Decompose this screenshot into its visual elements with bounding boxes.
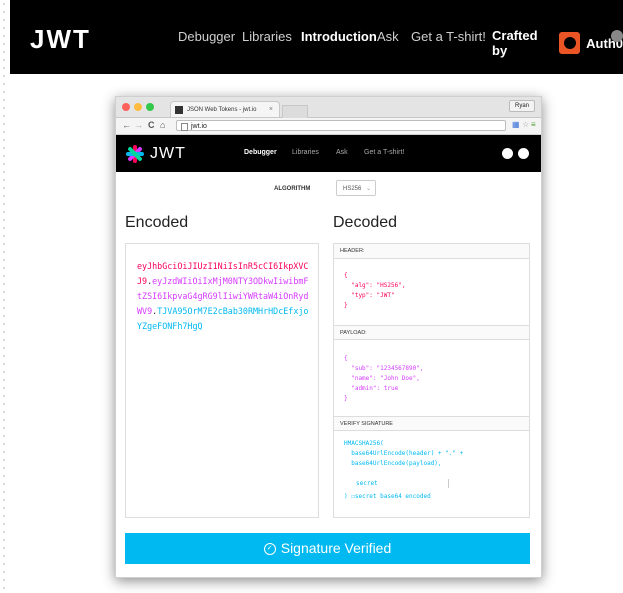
back-arrow-icon[interactable]: ← bbox=[122, 120, 131, 130]
secret-placeholder: secret bbox=[356, 480, 378, 487]
flag-icon[interactable]: ▦ bbox=[512, 120, 520, 129]
app-logo-text: JWT bbox=[150, 145, 186, 162]
payload-json-editor[interactable]: { "sub": "1234567890", "name": "John Doe… bbox=[344, 354, 423, 404]
secret-input[interactable]: secret bbox=[356, 479, 449, 489]
reload-icon[interactable]: C bbox=[148, 120, 155, 130]
encoded-token: eyJhbGciOiJIUzI1NiIsInR5cCI6IkpXVCJ9.eyJ… bbox=[137, 259, 312, 334]
app-logo[interactable]: JWT bbox=[126, 145, 186, 163]
nav-ask[interactable]: Ask bbox=[377, 29, 399, 44]
nav-introduction[interactable]: Introduction bbox=[301, 29, 377, 44]
base64-label: secret base64 encoded bbox=[354, 493, 431, 500]
token-signature: TJVA95OrM7E2cBab30RMHrHDcEfxjoYZgeFONFh7… bbox=[137, 306, 309, 331]
verify-section-label: VERIFY SIGNATURE bbox=[334, 416, 529, 431]
app-header: JWT Debugger Libraries Ask Get a T-shirt… bbox=[116, 135, 541, 172]
app-nav-ask[interactable]: Ask bbox=[336, 149, 348, 156]
url-text: jwt.io bbox=[191, 123, 207, 130]
nav-libraries[interactable]: Libraries bbox=[242, 29, 292, 44]
algorithm-select[interactable]: HS256 ⌄ bbox=[336, 180, 376, 196]
close-window-icon[interactable] bbox=[122, 103, 130, 111]
jwt-flower-icon bbox=[126, 145, 144, 163]
app-nav-libraries[interactable]: Libraries bbox=[292, 149, 319, 156]
crafted-by-auth0[interactable]: Crafted by Auth0 bbox=[492, 28, 623, 58]
browser-titlebar: JSON Web Tokens - jwt.io × Ryan bbox=[116, 97, 541, 118]
algorithm-value: HS256 bbox=[343, 186, 362, 192]
auth0-icon[interactable] bbox=[502, 148, 513, 159]
home-icon[interactable]: ⌂ bbox=[160, 120, 165, 130]
twitter-icon[interactable] bbox=[518, 148, 529, 159]
algorithm-label: ALGORITHM bbox=[274, 186, 311, 192]
header-json-editor[interactable]: { "alg": "HS256", "typ": "JWT" } bbox=[344, 271, 405, 311]
maximize-window-icon[interactable] bbox=[146, 103, 154, 111]
favicon-icon bbox=[175, 106, 183, 114]
minimize-window-icon[interactable] bbox=[134, 103, 142, 111]
site-header: JWT Debugger Libraries Introduction Ask … bbox=[10, 0, 623, 74]
new-tab-button[interactable] bbox=[282, 105, 308, 118]
encoded-token-textarea[interactable]: eyJhbGciOiJIUzI1NiIsInR5cCI6IkpXVCJ9.eyJ… bbox=[125, 243, 319, 518]
crafted-by-label: Crafted by bbox=[492, 28, 538, 58]
chevron-down-icon: ⌄ bbox=[365, 186, 371, 192]
browser-toolbar: ← → C ⌂ jwt.io ▦ ☆ ≡ bbox=[116, 118, 541, 135]
forward-arrow-icon[interactable]: → bbox=[134, 120, 143, 130]
decoded-panel: HEADER: { "alg": "HS256", "typ": "JWT" }… bbox=[333, 243, 530, 518]
signature-verified-text: Signature Verified bbox=[280, 540, 392, 556]
address-bar[interactable]: jwt.io bbox=[176, 120, 506, 131]
nav-tshirt[interactable]: Get a T-shirt! bbox=[411, 29, 486, 44]
base64-row: ) ☐secret base64 encoded bbox=[344, 492, 431, 502]
app-nav-debugger[interactable]: Debugger bbox=[244, 149, 277, 156]
help-icon[interactable] bbox=[611, 30, 623, 42]
jwt-logo[interactable]: JWT bbox=[30, 24, 91, 55]
auth0-logo-icon bbox=[559, 32, 581, 54]
browser-tab[interactable]: JSON Web Tokens - jwt.io × bbox=[170, 101, 280, 117]
app-nav-tshirt[interactable]: Get a T-shirt! bbox=[364, 149, 404, 156]
page-icon bbox=[181, 123, 188, 131]
star-icon[interactable]: ☆ bbox=[522, 120, 529, 129]
verify-code: HMACSHA256( base64UrlEncode(header) + ".… bbox=[344, 440, 464, 467]
signature-verified-banner: ✓ Signature Verified bbox=[125, 533, 530, 564]
header-section-label: HEADER: bbox=[334, 244, 529, 259]
tab-close-icon[interactable]: × bbox=[269, 102, 273, 118]
decoded-title: Decoded bbox=[333, 214, 398, 231]
profile-button[interactable]: Ryan bbox=[508, 100, 535, 112]
payload-section-label: PAYLOAD: bbox=[334, 325, 529, 340]
tab-title: JSON Web Tokens - jwt.io bbox=[187, 107, 257, 113]
menu-icon[interactable]: ≡ bbox=[531, 120, 536, 129]
encoded-title: Encoded bbox=[125, 214, 189, 231]
browser-screenshot: JSON Web Tokens - jwt.io × Ryan ← → C ⌂ … bbox=[115, 96, 542, 578]
check-icon: ✓ bbox=[263, 543, 276, 556]
nav-debugger[interactable]: Debugger bbox=[178, 29, 235, 44]
